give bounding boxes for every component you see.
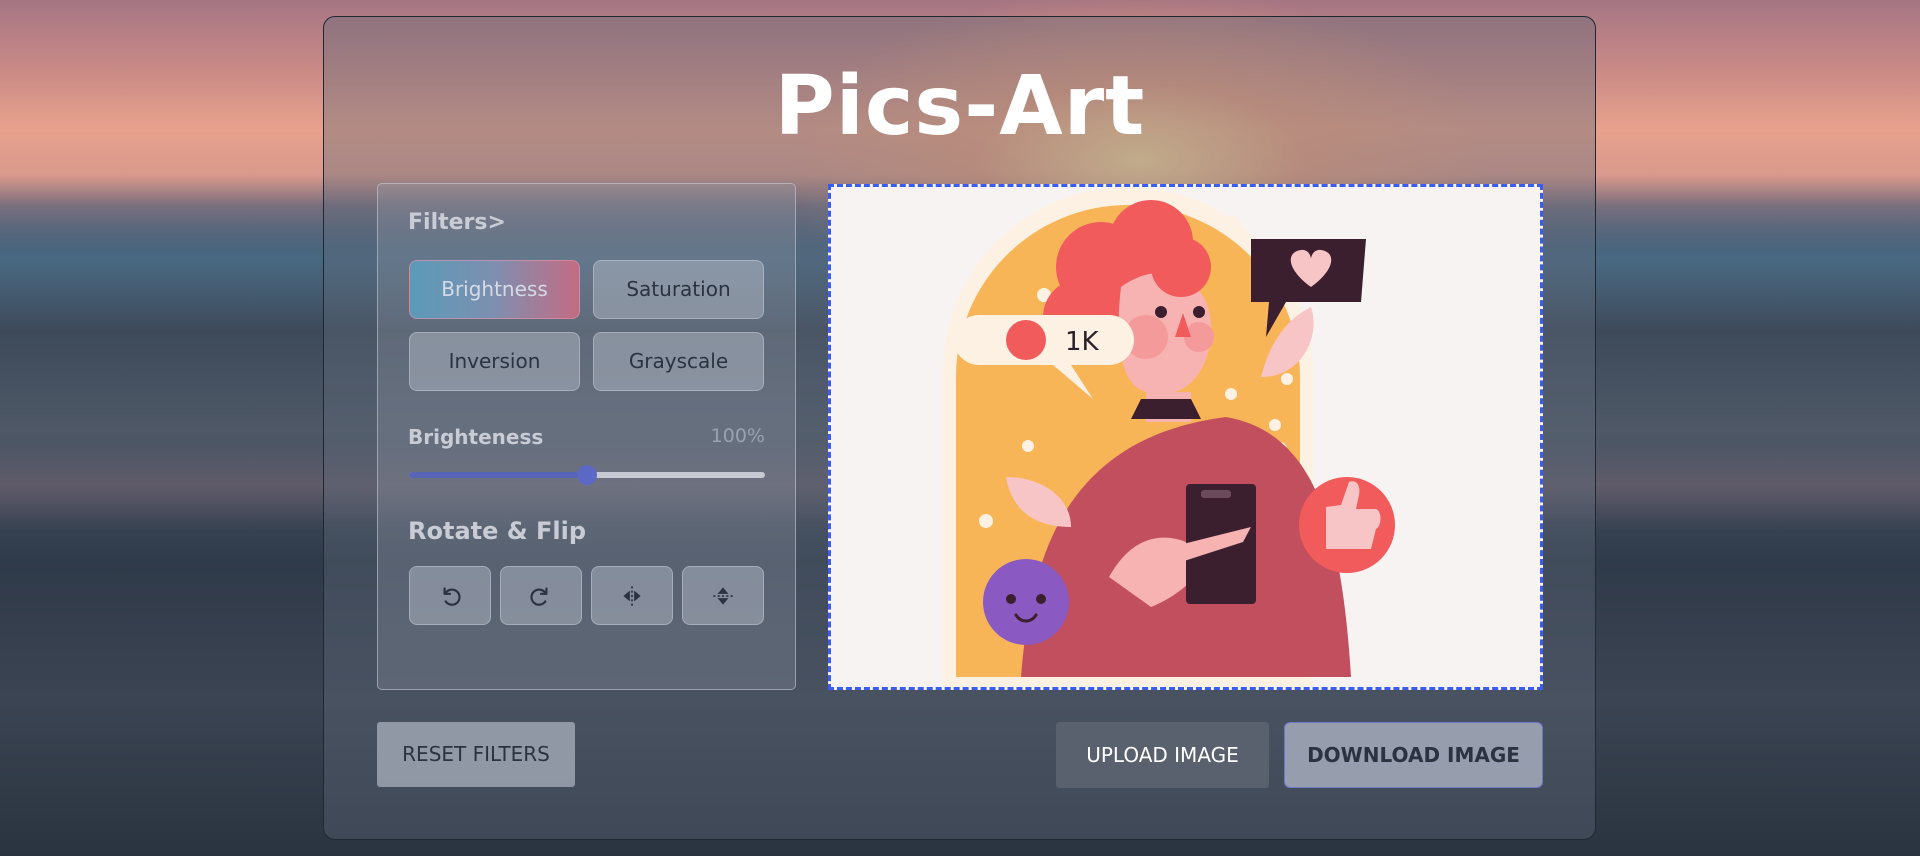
slider-value: 100% bbox=[710, 425, 765, 447]
filter-saturation-button[interactable]: Saturation bbox=[593, 260, 764, 319]
image-preview: 1K bbox=[828, 184, 1543, 690]
preview-illustration: 1K bbox=[943, 187, 1395, 687]
rotate-right-button[interactable] bbox=[500, 566, 582, 625]
flip-horizontal-button[interactable] bbox=[591, 566, 673, 625]
rotate-flip-heading: Rotate & Flip bbox=[408, 517, 587, 545]
download-image-button[interactable]: DOWNLOAD IMAGE bbox=[1284, 722, 1543, 788]
rotate-left-icon bbox=[443, 586, 461, 606]
app-title: Pics-Art bbox=[774, 59, 1146, 154]
brightness-slider[interactable] bbox=[409, 465, 765, 485]
filter-inversion-button[interactable]: Inversion bbox=[409, 332, 580, 391]
flip-horizontal-icon bbox=[623, 585, 641, 606]
slider-fill bbox=[409, 472, 587, 478]
like-count-badge: 1K bbox=[1065, 327, 1100, 357]
slider-thumb[interactable] bbox=[577, 465, 597, 485]
flip-vertical-icon bbox=[713, 586, 733, 605]
reset-filters-button[interactable]: RESET FILTERS bbox=[377, 722, 575, 787]
rotate-right-icon bbox=[530, 586, 548, 606]
slider-label: Brighteness bbox=[408, 425, 544, 449]
rotate-left-button[interactable] bbox=[409, 566, 491, 625]
filters-heading: Filters> bbox=[408, 210, 506, 235]
flip-vertical-button[interactable] bbox=[682, 566, 764, 625]
filter-grayscale-button[interactable]: Grayscale bbox=[593, 332, 764, 391]
filter-brightness-button[interactable]: Brightness bbox=[409, 260, 580, 319]
upload-image-button[interactable]: UPLOAD IMAGE bbox=[1056, 722, 1269, 788]
